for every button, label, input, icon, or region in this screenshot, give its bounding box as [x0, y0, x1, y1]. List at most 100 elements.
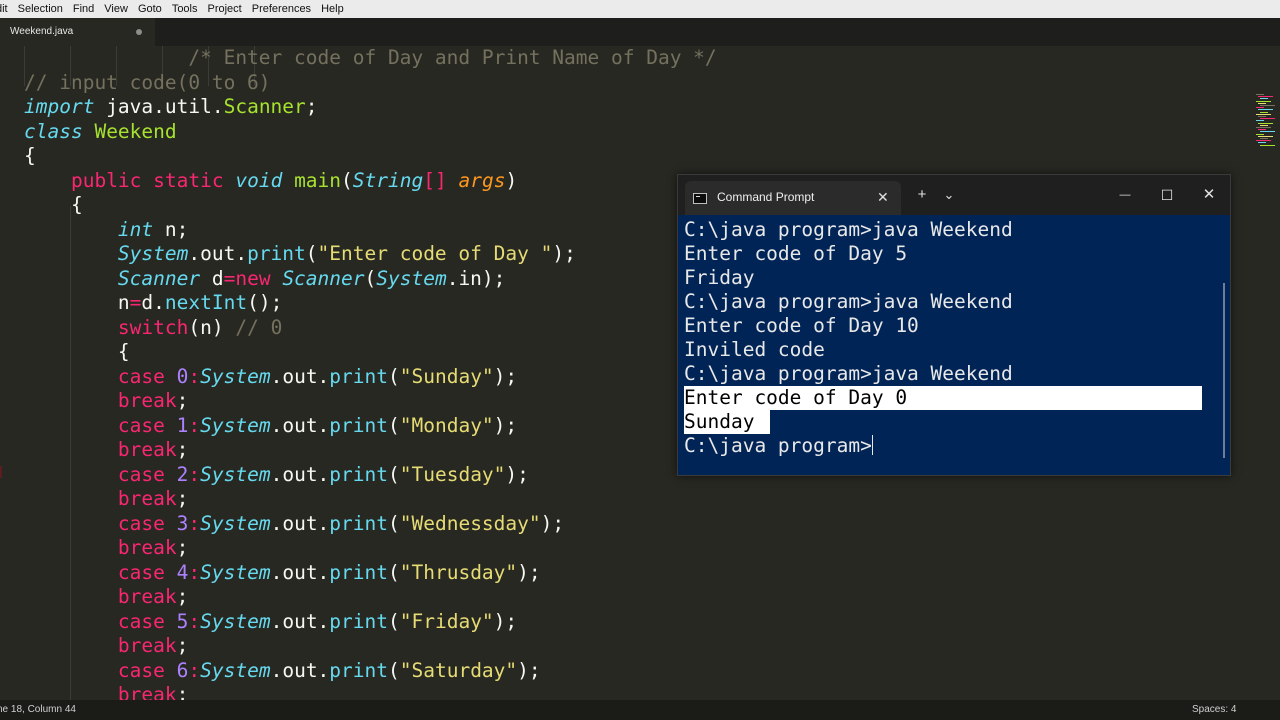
- minimap-line: [1260, 131, 1275, 133]
- minimap-line: [1260, 138, 1268, 139]
- minimize-button[interactable]: —: [1113, 175, 1137, 215]
- code-line[interactable]: class Weekend: [24, 120, 717, 145]
- minimap-line: [1258, 122, 1273, 124]
- menu-help[interactable]: Help: [316, 0, 349, 18]
- code-content[interactable]: /* Enter code of Day and Print Name of D…: [24, 46, 717, 700]
- code-line[interactable]: break;: [24, 585, 717, 610]
- minimap-line: [1256, 140, 1271, 142]
- code-line[interactable]: switch(n) // 0: [24, 316, 717, 341]
- cmd-line: C:\java program>java Weekend: [684, 362, 1214, 386]
- code-token: ;: [176, 585, 189, 608]
- code-line[interactable]: case 5:System.out.print("Friday");: [24, 610, 717, 635]
- tab-weekend-java[interactable]: Weekend.java: [0, 18, 155, 46]
- indentation-setting[interactable]: Spaces: 4: [1192, 700, 1236, 720]
- new-tab-button[interactable]: +: [910, 175, 934, 215]
- code-token: nextInt: [164, 291, 248, 314]
- code-token: Scanner: [117, 266, 201, 290]
- code-token: System: [200, 658, 271, 682]
- minimap-line: [1256, 100, 1271, 102]
- cmd-line-text: Inviled code: [684, 338, 825, 361]
- code-token: int: [117, 217, 154, 241]
- code-line[interactable]: public static void main(String[] args): [24, 169, 717, 194]
- code-line[interactable]: System.out.print("Enter code of Day ");: [24, 242, 717, 267]
- code-token: "Saturday": [399, 658, 518, 682]
- cmd-line: Friday: [684, 266, 1214, 290]
- command-prompt-window[interactable]: Command Prompt ✕ + ⌄ — ☐ ✕ C:\java progr…: [677, 174, 1231, 476]
- code-token: args: [458, 168, 506, 192]
- code-token: print: [329, 560, 388, 584]
- maximize-button[interactable]: ☐: [1155, 175, 1179, 215]
- cmd-line: Enter code of Day 10: [684, 314, 1214, 338]
- code-token: ): [505, 168, 518, 192]
- menu-edit[interactable]: dit: [0, 0, 13, 18]
- code-token: break: [117, 634, 177, 657]
- cmd-tab[interactable]: Command Prompt ✕: [685, 181, 901, 215]
- cmd-line-text: Enter code of Day 0: [684, 386, 1202, 410]
- code-token: print: [247, 242, 306, 265]
- code-token: ;: [176, 438, 189, 461]
- code-line[interactable]: case 3:System.out.print("Wednessday");: [24, 512, 717, 537]
- menu-find[interactable]: Find: [68, 0, 99, 18]
- code-token: .in);: [446, 266, 506, 290]
- code-line[interactable]: /* Enter code of Day and Print Name of D…: [24, 46, 716, 71]
- code-line[interactable]: case 1:System.out.print("Monday");: [24, 414, 717, 439]
- code-token: {: [24, 144, 36, 167]
- code-token: "Tuesday": [399, 462, 506, 486]
- code-token: (n): [188, 315, 236, 339]
- code-line[interactable]: case 2:System.out.print("Tuesday");: [24, 463, 717, 488]
- code-line[interactable]: // input code(0 to 6): [24, 71, 717, 96]
- code-token: ;: [176, 389, 189, 412]
- window-close-button[interactable]: ✕: [1197, 175, 1221, 215]
- code-line[interactable]: break;: [24, 438, 717, 463]
- minimap-line: [1258, 135, 1273, 137]
- minimap-line: [1256, 113, 1271, 115]
- code-line[interactable]: case 4:System.out.print("Thrusday");: [24, 561, 717, 586]
- code-line[interactable]: int n;: [24, 218, 717, 243]
- cursor-position[interactable]: ne 18, Column 44: [0, 700, 76, 720]
- code-token: break: [117, 585, 177, 608]
- code-line[interactable]: import java.util.Scanner;: [24, 95, 717, 120]
- cmd-title-bar[interactable]: Command Prompt ✕ + ⌄ — ☐ ✕: [678, 175, 1230, 215]
- code-line[interactable]: {: [24, 340, 717, 365]
- tab-close-icon[interactable]: ✕: [877, 181, 889, 213]
- code-token: .out.: [270, 658, 330, 682]
- status-bar: ne 18, Column 44 Spaces: 4: [0, 700, 1280, 720]
- code-token: .out.: [270, 511, 330, 535]
- code-line[interactable]: case 0:System.out.print("Sunday");: [24, 365, 717, 390]
- code-token: "Monday": [399, 413, 494, 437]
- code-token: n: [24, 291, 130, 314]
- code-token: break: [117, 389, 177, 412]
- code-line[interactable]: break;: [24, 683, 717, 700]
- code-token: 4: [176, 560, 189, 584]
- code-line[interactable]: break;: [24, 634, 717, 659]
- code-line[interactable]: {: [24, 193, 717, 218]
- code-line[interactable]: break;: [24, 389, 717, 414]
- menu-tools[interactable]: Tools: [167, 0, 203, 18]
- minimap[interactable]: [1250, 94, 1280, 154]
- code-line[interactable]: break;: [24, 536, 717, 561]
- code-line[interactable]: n=d.nextInt();: [24, 291, 717, 316]
- menu-view[interactable]: View: [99, 0, 133, 18]
- code-line[interactable]: break;: [24, 487, 717, 512]
- unsaved-dot-icon[interactable]: [136, 29, 142, 35]
- menu-goto[interactable]: Goto: [133, 0, 167, 18]
- cmd-line: C:\java program>: [684, 434, 1214, 458]
- code-token: (: [388, 462, 400, 486]
- dropdown-icon[interactable]: ⌄: [937, 175, 961, 215]
- cmd-output[interactable]: C:\java program>java Weekend Enter code o…: [684, 218, 1214, 458]
- code-token: );: [552, 242, 576, 265]
- terminal-icon: [693, 193, 707, 204]
- menu-project[interactable]: Project: [203, 0, 247, 18]
- code-line[interactable]: Scanner d=new Scanner(System.in);: [24, 267, 717, 292]
- menu-preferences[interactable]: Preferences: [247, 0, 316, 18]
- menu-selection[interactable]: Selection: [13, 0, 68, 18]
- code-line[interactable]: case 6:System.out.print("Saturday");: [24, 659, 717, 684]
- code-line[interactable]: {: [24, 144, 717, 169]
- cmd-scrollbar[interactable]: [1223, 283, 1225, 458]
- cmd-line-text: Enter code of Day 5: [684, 242, 908, 265]
